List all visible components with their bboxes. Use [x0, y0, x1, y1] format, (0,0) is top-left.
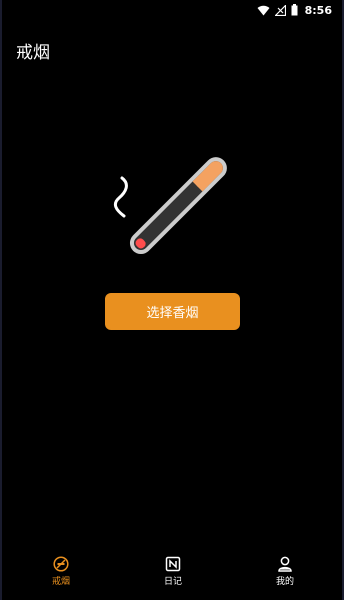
no-smoking-icon [53, 556, 69, 572]
status-bar: 8:56 [2, 0, 342, 20]
app-screen: 8:56 戒烟 选择香烟 戒烟 日记 我的 [0, 0, 344, 600]
smoke-icon [113, 176, 128, 218]
status-time: 8:56 [304, 3, 332, 17]
nav-item-profile[interactable]: 我的 [255, 556, 315, 587]
select-cigarette-button[interactable]: 选择香烟 [105, 293, 240, 330]
battery-icon [291, 4, 298, 16]
diary-icon [165, 556, 181, 572]
nav-label: 戒烟 [51, 577, 70, 587]
nav-label: 日记 [163, 577, 182, 587]
nav-item-diary[interactable]: 日记 [143, 556, 203, 587]
profile-icon [278, 556, 292, 572]
cigarette-icon [129, 157, 227, 255]
wifi-icon [257, 5, 270, 15]
cigarette-illustration [113, 157, 227, 255]
nav-item-quit-smoking[interactable]: 戒烟 [31, 556, 91, 587]
nav-label: 我的 [275, 577, 294, 587]
signal-icon [274, 4, 286, 16]
page-title: 戒烟 [16, 43, 50, 63]
